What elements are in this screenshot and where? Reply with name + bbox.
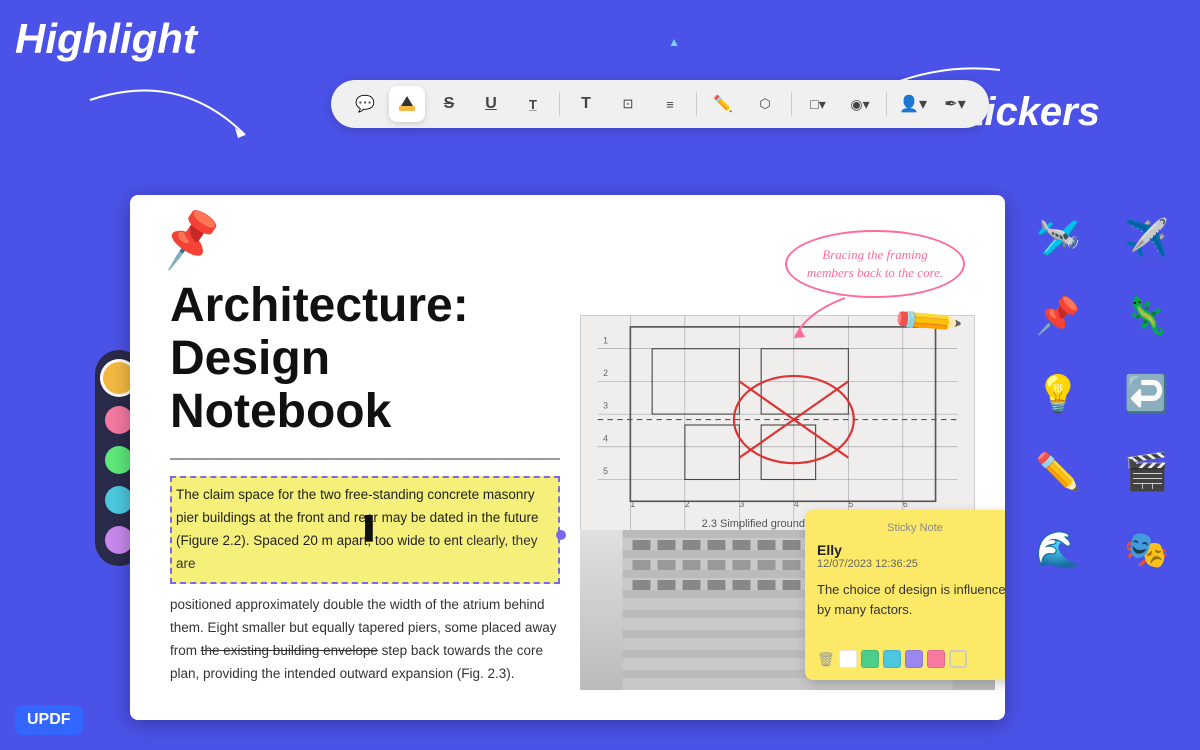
sticker-lightbulb[interactable]: 💡 <box>1023 359 1093 429</box>
updf-logo: UPDF <box>15 705 83 735</box>
triangle-decoration: ▲ <box>668 35 680 49</box>
sticker-paper-plane-outline[interactable]: ✈️ <box>1112 203 1182 273</box>
strikethrough-text: the existing building envelope <box>201 643 378 658</box>
svg-text:6: 6 <box>903 499 908 509</box>
sticker-extra[interactable]: 🎭 <box>1112 515 1182 585</box>
sticker-pencil[interactable]: ✏️ <box>1023 437 1093 507</box>
color-cyan[interactable] <box>105 486 133 514</box>
bubble-arrow <box>785 293 865 343</box>
toolbar-fill-btn[interactable]: ◉▾ <box>842 86 878 122</box>
toolbar-highlight-btn[interactable] <box>389 86 425 122</box>
svg-text:2: 2 <box>603 368 608 378</box>
sticky-color-white[interactable] <box>839 650 857 668</box>
color-purple[interactable] <box>105 526 133 554</box>
highlight-label: Highlight <box>15 15 197 63</box>
sticker-wave[interactable]: 🌊 <box>1023 515 1093 585</box>
sticky-note-user: Elly <box>817 542 1005 558</box>
sticky-note-footer: 🗑 <box>817 650 1005 668</box>
annotation-toolbar: 💬 S U T̲ T ⊡ ≡ ✏️ ⬡ □▾ ◉▾ 👤▾ ✒▾ <box>331 80 989 128</box>
toolbar-divider-2 <box>696 92 697 116</box>
sticky-color-yellow[interactable] <box>949 650 967 668</box>
toolbar-text-btn[interactable]: T <box>568 86 604 122</box>
svg-text:3: 3 <box>739 499 744 509</box>
svg-text:4: 4 <box>603 433 608 443</box>
svg-text:3: 3 <box>603 401 608 411</box>
document-title: Architecture: Design Notebook <box>170 280 560 438</box>
sticky-note: Sticky Note Elly 12/07/2023 12:36:25 The… <box>805 510 1005 680</box>
bubble-text-content: Bracing the framing members back to the … <box>785 230 965 298</box>
sticker-pin-red[interactable]: 📌 <box>1023 281 1093 351</box>
svg-text:5: 5 <box>848 499 853 509</box>
toolbar-strikethrough-btn[interactable]: S <box>431 86 467 122</box>
highlight-anchor-dot <box>556 530 566 540</box>
sticky-color-purple[interactable] <box>905 650 923 668</box>
toolbar-divider-3 <box>791 92 792 116</box>
toolbar-divider-4 <box>886 92 887 116</box>
sticky-delete-btn[interactable]: 🗑 <box>817 651 835 668</box>
document-area: 📌 Architecture: Design Notebook The clai… <box>130 195 1005 720</box>
sticky-note-content: The choice of design is influenced by ma… <box>817 580 1005 640</box>
color-pink[interactable] <box>105 406 133 434</box>
sticker-lizard[interactable]: 🦎 <box>1112 281 1182 351</box>
sticker-arrow-turn[interactable]: ↩️ <box>1112 359 1182 429</box>
svg-text:5: 5 <box>603 466 608 476</box>
color-green[interactable] <box>105 446 133 474</box>
toolbar-pencil-btn[interactable]: ✏️ <box>705 86 741 122</box>
document-divider <box>170 458 560 460</box>
svg-text:1: 1 <box>603 335 608 345</box>
svg-text:4: 4 <box>794 499 799 509</box>
sticky-note-date: 12/07/2023 12:36:25 <box>817 558 1005 570</box>
toolbar-squiggly-btn[interactable]: T̲ <box>515 86 551 122</box>
document-body-text: positioned approximately double the widt… <box>170 594 560 686</box>
toolbar-stamp-btn[interactable]: ⬡ <box>747 86 783 122</box>
cursor-indicator: ▌ <box>365 515 381 541</box>
toolbar-area: 💬 S U T̲ T ⊡ ≡ ✏️ ⬡ □▾ ◉▾ 👤▾ ✒▾ <box>140 80 1180 128</box>
document-left-column: 📌 Architecture: Design Notebook The clai… <box>170 225 560 690</box>
sticky-color-blue[interactable] <box>883 650 901 668</box>
highlighted-text-content: The claim space for the two free-standin… <box>176 487 538 571</box>
annotation-bubble: Bracing the framing members back to the … <box>785 230 965 298</box>
toolbar-signature-btn[interactable]: ✒▾ <box>937 86 973 122</box>
toolbar-underline-btn[interactable]: U <box>473 86 509 122</box>
toolbar-comment-btn[interactable]: 💬 <box>347 86 383 122</box>
sticky-color-pink[interactable] <box>927 650 945 668</box>
stickers-grid: 🛩️ ✈️ 📌 🦎 💡 ↩️ ✏️ 🎬 🌊 🎭 <box>1015 195 1200 593</box>
toolbar-textbox-btn[interactable]: ⊡ <box>610 86 646 122</box>
pin-sticker: 📌 <box>155 205 227 274</box>
svg-text:2: 2 <box>685 499 690 509</box>
sticker-paper-plane-blue[interactable]: 🛩️ <box>1023 203 1093 273</box>
sticky-color-green[interactable] <box>861 650 879 668</box>
document-right-column: Bracing the framing members back to the … <box>580 225 975 690</box>
stickers-panel: 🛩️ ✈️ 📌 🦎 💡 ↩️ ✏️ 🎬 🌊 🎭 <box>1015 195 1200 720</box>
toolbar-divider-1 <box>559 92 560 116</box>
toolbar-person-btn[interactable]: 👤▾ <box>895 86 931 122</box>
toolbar-shape-btn[interactable]: □▾ <box>800 86 836 122</box>
sticker-clapperboard[interactable]: 🎬 <box>1112 437 1182 507</box>
sticky-note-header: Sticky Note <box>817 522 1005 534</box>
toolbar-callout-btn[interactable]: ≡ <box>652 86 688 122</box>
